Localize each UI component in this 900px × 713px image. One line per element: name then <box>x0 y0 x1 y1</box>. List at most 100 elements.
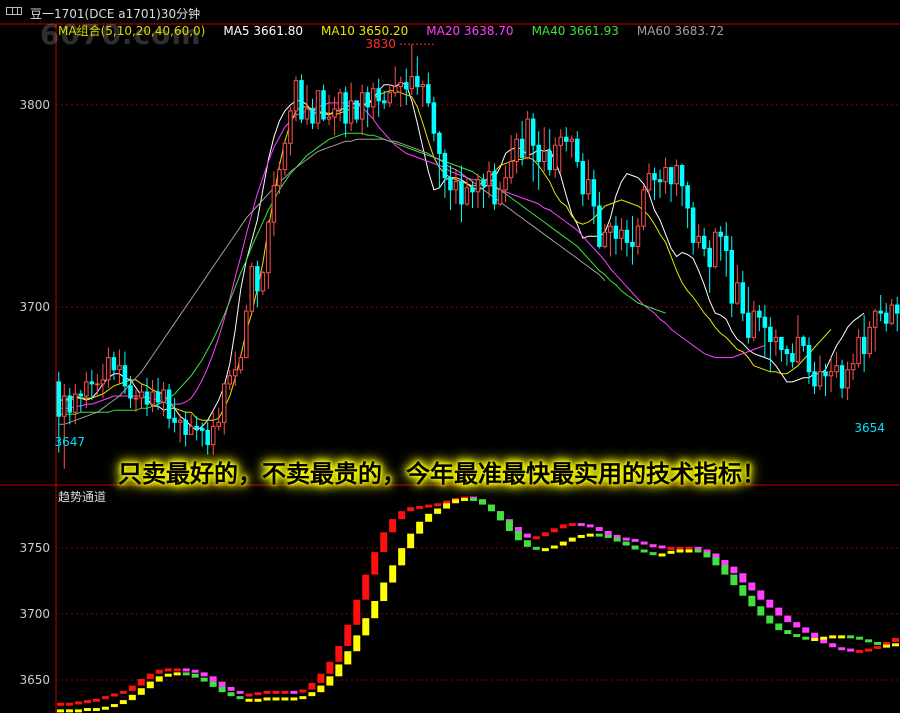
candle-up <box>795 336 801 363</box>
candle-down <box>839 365 845 389</box>
channel-upper-segment <box>389 519 397 533</box>
candle-down <box>431 102 437 134</box>
channel-upper-segment <box>290 690 298 694</box>
candle-up <box>641 189 646 227</box>
channel-upper-segment <box>398 511 406 520</box>
channel-upper-segment <box>640 541 648 545</box>
channel-lower-segment <box>541 548 549 552</box>
chart-canvas: 3700 3800 3830 3654 3647 3650 3700 3750 <box>0 23 900 713</box>
channel-lower-segment <box>137 688 145 695</box>
ma-legend-item: MA40 3661.93 <box>531 24 619 38</box>
candle-up <box>619 229 624 239</box>
channel-lower-segment <box>227 692 235 697</box>
candle-down <box>762 316 768 328</box>
channel-upper-segment <box>209 676 217 682</box>
candle-up <box>210 425 216 446</box>
candle-down <box>757 310 762 318</box>
channel-lower-segment <box>236 696 244 700</box>
channel-lower-segment <box>155 676 163 682</box>
candle-up <box>392 86 398 94</box>
channel-lower-segment <box>631 545 639 550</box>
channel-lower-segment <box>254 698 262 702</box>
candle-down <box>448 177 453 191</box>
candle-up <box>266 221 271 274</box>
candle-down <box>492 171 497 205</box>
candle-up <box>845 369 850 389</box>
channel-upper-segment <box>748 582 756 591</box>
channel-lower-segment <box>57 709 64 713</box>
channel-upper-segment <box>335 645 343 662</box>
channel-upper-segment <box>820 639 828 644</box>
channel-upper-segment <box>317 673 325 683</box>
channel-lower-segment <box>739 585 747 596</box>
candle-down <box>812 371 817 387</box>
channel-lower-segment <box>173 672 181 676</box>
channel-upper-segment <box>775 607 783 616</box>
candle-up <box>84 381 89 397</box>
window-icon[interactable] <box>6 7 22 15</box>
candle-up <box>525 118 530 158</box>
candle-up <box>569 138 575 142</box>
candle-up <box>326 116 332 120</box>
candle-down <box>376 88 381 102</box>
channel-upper-segment <box>586 524 594 528</box>
candle-up <box>608 225 613 233</box>
channel-lower-segment <box>272 697 280 701</box>
channel-lower-segment <box>299 696 307 700</box>
channel-lower-segment <box>218 686 226 693</box>
channel-upper-segment <box>74 701 82 705</box>
candle-down <box>321 90 326 120</box>
candle-down <box>806 344 812 373</box>
channel-lower-segment <box>344 651 352 665</box>
channel-upper-segment <box>613 534 621 538</box>
channel-lower-segment <box>757 606 765 616</box>
channel-lower-segment <box>784 630 792 635</box>
channel-lower-segment <box>658 553 666 557</box>
candle-up <box>398 82 404 88</box>
candle-up <box>464 187 470 205</box>
candle-up <box>249 266 255 312</box>
candle-up <box>514 138 519 162</box>
channel-upper-segment <box>523 533 531 538</box>
candle-up <box>233 369 238 377</box>
channel-upper-segment <box>407 507 415 512</box>
candle-down <box>657 179 663 183</box>
candle-up <box>663 167 668 183</box>
channel-upper-segment <box>110 693 118 697</box>
channel-lower-segment <box>389 565 397 583</box>
channel-upper-segment <box>694 546 702 550</box>
candle-down <box>442 152 448 179</box>
candle-up <box>106 357 111 381</box>
annotation-low-label: 3647 <box>55 435 86 449</box>
channel-lower-segment <box>703 552 711 558</box>
candle-up <box>674 165 679 185</box>
channel-upper-segment <box>559 524 567 529</box>
candle-up <box>834 365 839 373</box>
channel-upper-segment <box>847 648 855 652</box>
channel-lower-segment <box>461 497 469 501</box>
candle-down <box>746 312 751 338</box>
channel-lower-segment <box>487 504 495 512</box>
candle-down <box>668 167 674 185</box>
channel-lower-segment <box>326 676 334 686</box>
channel-upper-segment <box>182 668 190 672</box>
main-y-tick-label: 3800 <box>19 98 50 112</box>
candle-up <box>696 235 701 243</box>
channel-lower-segment <box>550 545 558 549</box>
candle-down <box>310 108 315 124</box>
channel-upper-segment <box>425 504 433 508</box>
channel-lower-segment <box>128 694 136 701</box>
channel-lower-segment <box>425 513 433 522</box>
channel-lower-segment <box>667 550 675 554</box>
channel-upper-segment <box>191 669 199 673</box>
channel-upper-segment <box>757 590 765 600</box>
candle-up <box>453 181 459 191</box>
channel-upper-segment <box>236 690 244 694</box>
channel-upper-segment <box>57 702 64 706</box>
channel-lower-segment <box>640 549 648 553</box>
candle-up <box>133 397 139 400</box>
channel-lower-segment <box>649 552 657 556</box>
candle-up <box>95 383 100 386</box>
channel-lower-segment <box>514 530 522 541</box>
channel-lower-segment <box>730 574 738 586</box>
